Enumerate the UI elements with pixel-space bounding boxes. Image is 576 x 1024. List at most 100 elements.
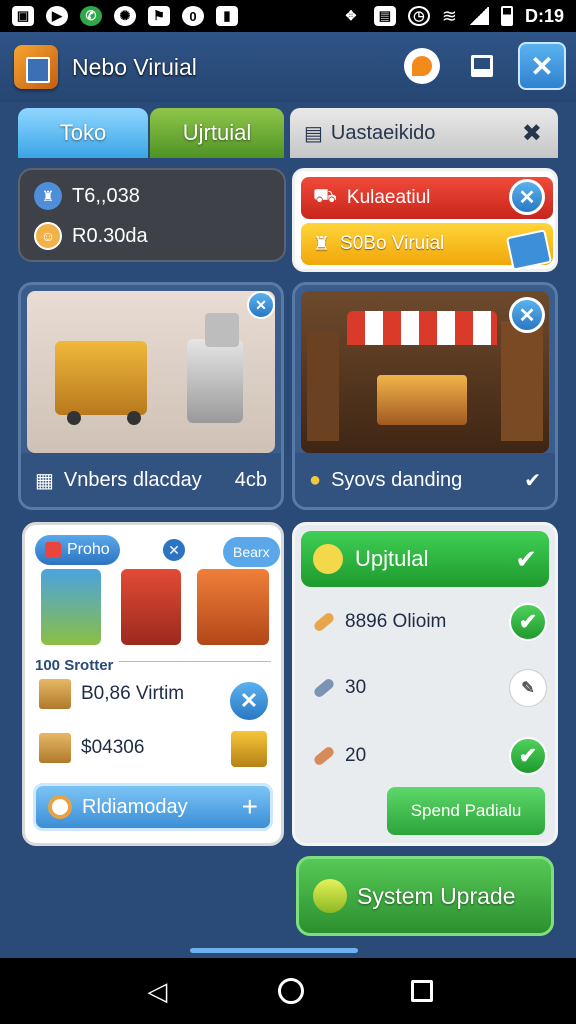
battery-icon: [500, 6, 513, 26]
gift-icon: [45, 542, 61, 558]
back-icon[interactable]: ◁: [143, 976, 171, 1006]
remove-button[interactable]: ✕: [227, 679, 271, 723]
tab-label: Uastaeikido: [330, 121, 436, 144]
play-icon: ▶: [46, 6, 68, 26]
recent-apps-icon[interactable]: [410, 980, 433, 1002]
virtual-banner[interactable]: Upjtulal ✔: [301, 531, 549, 587]
close-card-button[interactable]: ✕: [247, 291, 275, 319]
upgrade-card: Upjtulal ✔ 8896 Olioim ✔ 30 ✎ 20 ✔ Spend…: [292, 522, 558, 846]
close-icon: ✕: [518, 304, 536, 327]
app-logo: [14, 45, 58, 89]
close-promo-button[interactable]: ✕: [161, 537, 187, 563]
close-icon: ✕: [255, 296, 267, 313]
caption-text: Vnbers dlacday: [63, 468, 202, 491]
box-icon: ▤: [304, 122, 323, 145]
home-indicator: [190, 948, 358, 953]
box-icon: ▦: [35, 469, 54, 492]
check-circle-icon[interactable]: ✔: [509, 603, 547, 641]
flag-icon: ⚑: [148, 6, 170, 26]
wheel: [67, 411, 81, 425]
tab-dashboard[interactable]: ▤ Uastaeikido ✖: [290, 108, 558, 158]
chat-bubble-icon: [412, 56, 432, 76]
wrench-icon[interactable]: ✖: [522, 119, 542, 148]
brush-icon[interactable]: ✎: [509, 669, 547, 707]
home-icon[interactable]: [277, 978, 304, 1004]
close-alert-button[interactable]: ✕: [509, 179, 545, 215]
stall-red-illustration: [121, 569, 181, 645]
promo-row-label: $04306: [81, 737, 145, 758]
upgrade-row: 30 ✎: [312, 669, 547, 707]
system-upgrade-button[interactable]: System Uprade: [296, 856, 554, 936]
alert-label: Kulaeatiul: [346, 187, 431, 208]
caption-value: 4cb: [234, 468, 267, 491]
signal-icon: [468, 7, 489, 25]
card-caption: ▦ Vnbers dlacday 4cb: [21, 453, 281, 507]
check-icon[interactable]: ✔: [524, 468, 541, 493]
cart-illustration: [55, 341, 147, 415]
pencil-icon: [312, 745, 336, 767]
cart-icon: ⛟: [313, 186, 337, 207]
search-pill-label: Bearx: [233, 544, 270, 560]
stall-orange-illustration: [197, 569, 269, 645]
redeem-button[interactable]: Rldiamoday +: [33, 783, 273, 831]
alert-card: ⛟ Kulaeatiul ✕ ♜ S0Bo Viruial: [292, 168, 558, 272]
settings-icon: ✺: [114, 6, 136, 26]
coin-icon: ●: [309, 468, 322, 491]
crate-icon: [231, 731, 267, 767]
promo-row-label: B0,86 Virtim: [81, 683, 185, 704]
close-icon: ✕: [518, 186, 536, 209]
upgrade-row-value: 8896 Olioim: [345, 611, 447, 632]
game-icon: ✥: [345, 8, 357, 23]
floppy-disk-icon: [471, 55, 493, 77]
media-icon: ▮: [216, 6, 238, 26]
navigation-bar: ◁: [0, 958, 576, 1024]
stat-secondary: ☺ R0.30da: [34, 222, 148, 250]
close-card-button[interactable]: ✕: [509, 297, 545, 333]
machine-illustration: [187, 339, 243, 423]
plus-icon: +: [241, 791, 258, 822]
status-bar: ▣ ▶ ✆ ✺ ⚑ 0 ▮ ✥ ▤ ◷ ≋ D:19: [0, 0, 576, 32]
promo-card: Proho ✕ Bearx 100 Srotter B0,86 Virtim ✕…: [22, 522, 284, 846]
awning-illustration: [347, 311, 497, 345]
status-time: D:19: [524, 5, 564, 26]
image-card-left[interactable]: ✕ ▦ Vnbers dlacday 4cb: [18, 282, 284, 510]
stat-primary: ♜ T6,,038: [34, 182, 140, 210]
trophy-icon: [313, 544, 343, 574]
alarm-icon: ◷: [407, 6, 430, 26]
shelf-illustration: [307, 331, 339, 441]
search-pill[interactable]: Bearx: [223, 537, 280, 567]
check-circle-icon[interactable]: ✔: [509, 737, 547, 775]
caption-text: Syovs danding: [331, 468, 463, 491]
tab-label: Ujrtuial: [182, 120, 252, 145]
trophy-icon: ♜: [34, 182, 62, 210]
upgrade-row: 20 ✔: [312, 737, 547, 775]
save-button[interactable]: [458, 42, 506, 90]
crate-icon: [39, 733, 71, 763]
wifi-icon: ≋: [441, 5, 457, 26]
promo-row: B0,86 Virtim: [39, 679, 184, 709]
stat-primary-value: T6,,038: [72, 184, 140, 207]
tab-virtual[interactable]: Ujrtuial: [150, 108, 284, 158]
promo-row: $04306: [39, 733, 144, 763]
wheel: [127, 411, 141, 425]
trophy-icon: ♜: [313, 233, 331, 255]
tab-label: Toko: [59, 120, 107, 145]
spend-button[interactable]: Spend Padialu: [387, 787, 545, 835]
notification-button[interactable]: [398, 42, 446, 90]
machine-top: [205, 313, 239, 347]
app-header: Nebo Viruial ✕: [0, 32, 576, 102]
upgrade-row-value: 30: [345, 677, 367, 698]
promo-pill[interactable]: Proho: [35, 535, 120, 565]
o-icon: 0: [182, 6, 204, 26]
pencil-icon: [312, 611, 336, 633]
crate-icon: [39, 679, 71, 709]
spend-label: Spend Padialu: [410, 801, 522, 820]
leaf-icon: [313, 879, 347, 913]
promo-pill-label: Proho: [67, 541, 110, 558]
stats-card: ♜ T6,,038 ☺ R0.30da: [18, 168, 286, 262]
tab-toko[interactable]: Toko: [18, 108, 148, 158]
bed-illustration: [377, 375, 467, 425]
eraser-icon: [312, 677, 336, 699]
image-card-right[interactable]: ✕ ● Syovs danding ✔: [292, 282, 558, 510]
close-app-button[interactable]: ✕: [518, 42, 566, 90]
